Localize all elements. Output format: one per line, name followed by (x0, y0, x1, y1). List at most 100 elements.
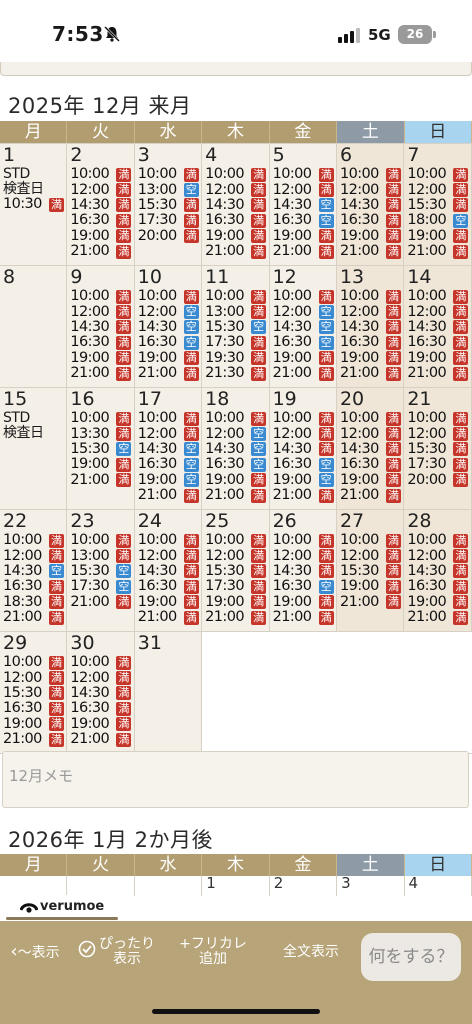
day-cell[interactable]: 1 STD 検査日 10:30 満 (0, 144, 68, 265)
time-slot[interactable]: 15:30 満 (340, 563, 403, 579)
time-slot[interactable]: 16:30 満 (407, 579, 470, 594)
time-slot[interactable]: 19:00 満 (70, 228, 133, 244)
time-slot[interactable]: 14:30 満 (340, 197, 403, 213)
time-slot[interactable]: 19:00 満 (205, 594, 268, 610)
day-cell[interactable]: 30 10:00 満 12:00 満 14:30 満 16:30 満 19:00 満 21:00 満 (67, 632, 135, 753)
time-slot[interactable]: 12:00 満 (340, 304, 403, 320)
day-cell[interactable]: 10 10:00 満 12:00 空 14:30 空 16:30 空 19:00 満 21:00 満 (134, 266, 203, 387)
time-slot[interactable]: 21:00 満 (205, 244, 268, 259)
time-slot[interactable]: 12:00 満 (407, 548, 470, 564)
time-slot[interactable]: 16:30 満 (340, 457, 403, 472)
time-slot[interactable]: 16:30 満 (3, 579, 66, 594)
day-cell[interactable]: 31 (134, 632, 203, 753)
time-slot[interactable]: 12:00 満 (407, 182, 470, 198)
day-cell[interactable]: 14 10:00 満 12:00 満 14:30 満 16:30 満 19:00 満 21:00 満 (404, 266, 472, 387)
day-cell[interactable]: 8 (0, 266, 68, 387)
time-slot[interactable]: 15:30 満 (407, 197, 470, 213)
day-cell[interactable]: 4 10:00 満 12:00 満 14:30 満 16:30 満 19:00 満 21:00 満 (202, 144, 270, 265)
next-day-cell[interactable]: 3 (337, 876, 405, 896)
time-slot[interactable]: 14:30 満 (340, 319, 403, 335)
time-slot[interactable]: 16:30 満 (3, 701, 66, 716)
time-slot[interactable]: 10:30 満 (3, 197, 66, 212)
time-slot[interactable]: 21:00 満 (3, 732, 66, 747)
time-slot[interactable]: 10:00 満 (340, 411, 403, 426)
month-memo[interactable]: 12月メモ (2, 751, 469, 808)
time-slot[interactable]: 16:30 空 (205, 457, 268, 472)
time-slot[interactable]: 19:00 満 (138, 594, 201, 610)
time-slot[interactable]: 21:00 満 (70, 732, 133, 747)
time-slot[interactable]: 21:00 満 (70, 366, 133, 381)
time-slot[interactable]: 21:00 満 (70, 472, 133, 488)
time-slot[interactable]: 14:30 満 (70, 685, 133, 701)
time-slot[interactable]: 10:00 満 (340, 167, 403, 182)
time-slot[interactable]: 21:00 満 (3, 610, 66, 625)
time-slot[interactable]: 16:30 満 (340, 335, 403, 350)
time-slot[interactable]: 10:00 満 (340, 289, 403, 304)
time-slot[interactable]: 21:00 満 (340, 366, 403, 381)
time-slot[interactable]: 21:00 満 (273, 488, 336, 503)
time-slot[interactable]: 12:00 満 (407, 304, 470, 320)
time-slot[interactable]: 19:00 満 (340, 472, 403, 488)
time-slot[interactable]: 19:00 満 (70, 457, 133, 472)
time-slot[interactable]: 19:00 満 (138, 350, 201, 366)
time-slot[interactable]: 21:00 満 (138, 366, 201, 381)
view-toggle-button[interactable]: ‹〜表示 (0, 943, 70, 961)
day-cell[interactable]: 25 10:00 満 12:00 満 15:30 満 17:30 満 19:00 満 21:00 満 (202, 510, 270, 631)
time-slot[interactable]: 16:30 空 (138, 457, 201, 472)
time-slot[interactable]: 19:00 満 (340, 579, 403, 594)
time-slot[interactable]: 10:00 満 (70, 655, 133, 670)
time-slot[interactable]: 16:30 満 (138, 579, 201, 594)
day-cell[interactable]: 2 10:00 満 12:00 満 14:30 満 16:30 満 19:00 満 21:00 満 (67, 144, 135, 265)
day-cell[interactable]: 26 10:00 満 12:00 満 14:30 満 16:30 空 19:00 満 21:00 満 (269, 510, 337, 631)
time-slot[interactable]: 19:00 満 (205, 228, 268, 244)
time-slot[interactable]: 15:30 満 (138, 197, 201, 213)
day-cell[interactable]: 18 10:00 満 12:00 空 14:30 空 16:30 空 19:00 満 21:00 満 (202, 388, 270, 509)
day-cell[interactable]: 29 10:00 満 12:00 満 15:30 満 16:30 満 19:00 満 21:00 満 (0, 632, 68, 753)
time-slot[interactable]: 21:00 満 (138, 488, 201, 503)
time-slot[interactable]: 12:00 空 (205, 426, 268, 442)
time-slot[interactable]: 12:00 満 (3, 670, 66, 686)
time-slot[interactable]: 19:00 空 (273, 472, 336, 488)
time-slot[interactable]: 10:00 満 (407, 533, 470, 548)
day-cell[interactable]: 24 10:00 満 12:00 満 14:30 満 16:30 満 19:00 満 21:00 満 (134, 510, 203, 631)
day-cell[interactable]: 20 10:00 満 12:00 満 14:30 満 16:30 満 19:00 満 21:00 満 (336, 388, 405, 509)
time-slot[interactable]: 14:30 空 (273, 319, 336, 335)
day-cell[interactable]: 22 10:00 満 12:00 満 14:30 空 16:30 満 18:30 満 21:00 満 (0, 510, 68, 631)
time-slot[interactable]: 10:00 満 (273, 289, 336, 304)
time-slot[interactable]: 21:00 満 (407, 244, 470, 259)
time-slot[interactable]: 10:00 満 (205, 289, 268, 304)
time-slot[interactable]: 17:30 満 (205, 335, 268, 350)
time-slot[interactable]: 13:00 満 (205, 304, 268, 320)
day-cell[interactable]: 12 10:00 満 12:00 空 14:30 空 16:30 空 19:00 満 21:00 満 (269, 266, 337, 387)
time-slot[interactable]: 16:30 満 (70, 335, 133, 350)
fit-view-button[interactable]: ぴったり 表示 (78, 937, 162, 967)
time-slot[interactable]: 14:30 満 (407, 563, 470, 579)
time-slot[interactable]: 10:00 満 (138, 533, 201, 548)
day-cell[interactable]: 21 10:00 満 12:00 満 15:30 満 17:30 満 20:00 満 (404, 388, 472, 509)
time-slot[interactable]: 13:30 満 (70, 426, 133, 442)
time-slot[interactable]: 14:30 空 (205, 441, 268, 457)
time-slot[interactable]: 16:30 空 (138, 335, 201, 350)
time-slot[interactable]: 19:00 満 (70, 350, 133, 366)
time-slot[interactable]: 14:30 満 (205, 197, 268, 213)
time-slot[interactable]: 18:00 空 (407, 213, 470, 228)
time-slot[interactable]: 19:00 空 (138, 472, 201, 488)
time-slot[interactable]: 21:00 満 (273, 366, 336, 381)
time-slot[interactable]: 16:30 空 (273, 335, 336, 350)
time-slot[interactable]: 19:00 満 (407, 350, 470, 366)
time-slot[interactable]: 12:00 満 (70, 182, 133, 198)
time-slot[interactable]: 21:00 満 (407, 366, 470, 381)
time-slot[interactable]: 12:00 満 (138, 426, 201, 442)
time-slot[interactable]: 16:30 満 (407, 335, 470, 350)
time-slot[interactable]: 10:00 満 (70, 411, 133, 426)
time-slot[interactable]: 14:30 満 (273, 441, 336, 457)
time-slot[interactable]: 12:00 満 (3, 548, 66, 564)
day-cell[interactable]: 3 10:00 満 13:00 空 15:30 満 17:30 満 20:00 満 (134, 144, 203, 265)
time-slot[interactable]: 10:00 満 (3, 533, 66, 548)
time-slot[interactable]: 16:30 満 (70, 701, 133, 716)
time-slot[interactable]: 12:00 満 (340, 182, 403, 198)
time-slot[interactable]: 12:00 満 (205, 182, 268, 198)
time-slot[interactable]: 21:00 満 (407, 610, 470, 625)
time-slot[interactable]: 12:00 満 (340, 548, 403, 564)
time-slot[interactable]: 12:00 満 (205, 548, 268, 564)
